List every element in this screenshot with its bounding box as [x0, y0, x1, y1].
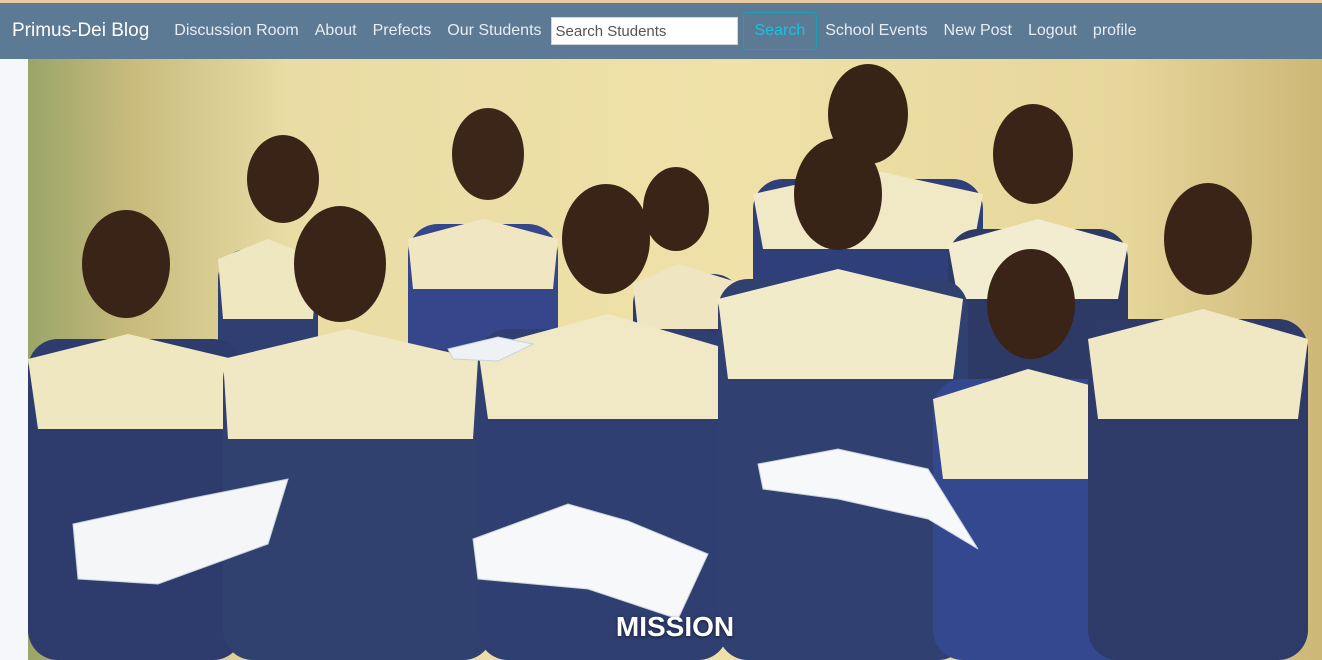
- nav-link-profile[interactable]: profile: [1093, 22, 1137, 40]
- nav-link-new-post[interactable]: New Post: [944, 22, 1012, 40]
- brand-link[interactable]: Primus-Dei Blog: [12, 20, 149, 42]
- search-button[interactable]: Search: [742, 12, 818, 50]
- nav-link-our-students[interactable]: Our Students: [447, 22, 541, 40]
- carousel-caption-title: MISSION: [615, 611, 735, 642]
- hero-carousel[interactable]: MISSION: [28, 59, 1322, 660]
- search-input[interactable]: [550, 17, 738, 45]
- nav-link-logout[interactable]: Logout: [1028, 22, 1077, 40]
- nav-link-about[interactable]: About: [315, 22, 357, 40]
- nav-link-prefects[interactable]: Prefects: [373, 22, 432, 40]
- nav-link-school-events[interactable]: School Events: [825, 22, 927, 40]
- navbar: Primus-Dei Blog Discussion Room About Pr…: [0, 3, 1322, 59]
- nav-link-discussion-room[interactable]: Discussion Room: [174, 22, 298, 40]
- left-margin: [0, 59, 28, 660]
- student-figure: [28, 210, 243, 660]
- hero-photo: [28, 64, 1308, 660]
